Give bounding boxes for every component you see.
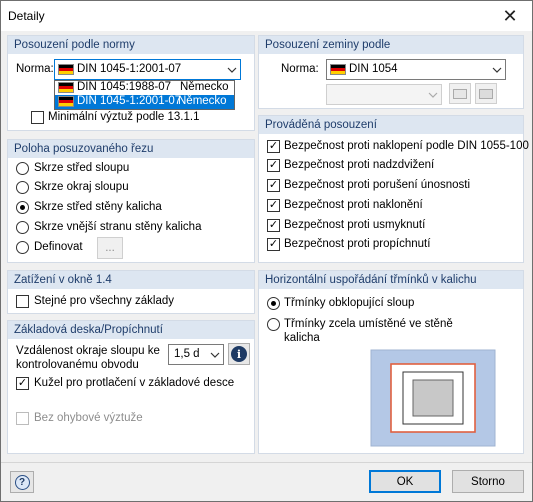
chevron-down-icon[interactable] (206, 345, 223, 364)
radio-column-center-label: Skrze střed sloupu (34, 162, 130, 174)
min-reinforcement-label: Minimální výztuž podle 13.1.1 (48, 111, 200, 123)
germany-flag-icon (330, 64, 346, 75)
check-punching-label: Bezpečnost proti propíchnutí (284, 238, 431, 250)
radio-wall-outer-label: Skrze vnější stranu stěny kalicha (34, 221, 202, 233)
germany-flag-icon (58, 96, 74, 107)
edit-icon (479, 88, 493, 99)
new-soil-button[interactable] (449, 83, 471, 104)
help-icon: ? (14, 474, 30, 490)
check-sliding-label: Bezpečnost proti usmyknutí (284, 219, 426, 231)
radio-stirrups-in-wall-label: Třmínky zcela umístěné ve stěně kalicha (284, 318, 453, 344)
stirrups-panel: Horizontální uspořádání třmínků v kalich… (258, 270, 524, 454)
radio-wall-center-label: Skrze střed stěny kalicha (34, 201, 162, 213)
germany-flag-icon (58, 82, 74, 93)
same-for-all-label: Stejné pro všechny základy (34, 295, 174, 307)
germany-flag-icon (58, 64, 74, 75)
stirrups-diagram-graphic (370, 349, 496, 447)
norm-option-country: Německo (180, 81, 229, 93)
info-icon: i (231, 346, 247, 362)
cancel-button[interactable]: Storno (452, 470, 524, 493)
soil-panel: Posouzení zeminy podle Norma: DIN 1054 (258, 35, 524, 109)
ok-button[interactable]: OK (369, 470, 441, 493)
distance-select[interactable]: 1,5 d (168, 344, 224, 365)
check-inclination-label: Bezpečnost proti naklonění (284, 199, 423, 211)
soil-panel-title: Posouzení zeminy podle (259, 36, 523, 54)
close-button[interactable]: ✕ (488, 1, 532, 31)
distance-label: Vzdálenost okraje sloupu ke kontrolované… (16, 345, 160, 371)
norm-option-country: Německo (178, 95, 227, 107)
help-button[interactable]: ? (10, 471, 34, 493)
kuzel-checkbox[interactable]: ✓ (16, 377, 29, 390)
norm-select[interactable]: DIN 1045-1:2001-07 (54, 59, 241, 80)
check-tilting-label: Bezpečnost proti naklopení podle DIN 105… (284, 140, 529, 152)
edit-soil-button[interactable] (475, 83, 497, 104)
dialog-title: Detaily (8, 9, 45, 23)
norm-label: Norma: (16, 63, 54, 75)
slab-panel: Základová deska/Propíchnutí Vzdálenost o… (7, 320, 255, 454)
stirrups-diagram (363, 348, 503, 448)
norm-selected-value: DIN 1045-1:2001-07 (77, 63, 182, 75)
stirrups-panel-title: Horizontální uspořádání třmínků v kalich… (259, 271, 523, 289)
load-panel-title: Zatížení v okně 1.4 (8, 271, 254, 289)
soil-norm-select[interactable]: DIN 1054 (326, 59, 506, 80)
checks-panel-title: Prováděná posouzení (259, 116, 523, 134)
norm-option-din1045-1-2001[interactable]: DIN 1045-1:2001-07 Německo (55, 95, 234, 109)
check-bearing-checkbox[interactable]: ✓ (267, 179, 280, 192)
check-inclination-checkbox[interactable]: ✓ (267, 199, 280, 212)
norm-option-code: DIN 1045:1988-07 (77, 81, 171, 93)
no-bending-label: Bez ohybové výztuže (34, 412, 143, 424)
norm-panel-title: Posouzení podle normy (8, 36, 254, 54)
soil-norm-label: Norma: (281, 63, 319, 75)
radio-column-center[interactable] (16, 162, 29, 175)
no-bending-checkbox[interactable] (16, 412, 29, 425)
slab-panel-title: Základová deska/Propíchnutí (8, 321, 254, 339)
close-icon: ✕ (502, 5, 518, 26)
check-sliding-checkbox[interactable]: ✓ (267, 219, 280, 232)
soil-subtype-select[interactable] (326, 84, 442, 105)
radio-define-label: Definovat (34, 241, 83, 253)
radio-stirrups-in-wall[interactable] (267, 318, 280, 331)
check-punching-checkbox[interactable]: ✓ (267, 238, 280, 251)
section-panel: Poloha posuzovaného řezu Skrze střed slo… (7, 139, 255, 263)
distance-value: 1,5 d (174, 348, 200, 360)
norm-option-code: DIN 1045-1:2001-07 (77, 95, 182, 107)
norm-option-din1045-1988[interactable]: DIN 1045:1988-07 Německo (55, 81, 234, 95)
section-panel-title: Poloha posuzovaného řezu (8, 140, 254, 158)
radio-column-edge[interactable] (16, 181, 29, 194)
radio-stirrups-around-column[interactable] (267, 297, 280, 310)
soil-selected-value: DIN 1054 (349, 63, 398, 75)
define-button[interactable]: ... (97, 237, 123, 259)
chevron-down-icon[interactable] (488, 60, 505, 79)
folder-icon (453, 88, 467, 99)
radio-wall-center[interactable] (16, 201, 29, 214)
radio-wall-outer[interactable] (16, 221, 29, 234)
load-panel: Zatížení v okně 1.4 Stejné pro všechny z… (7, 270, 255, 314)
chevron-down-icon[interactable] (424, 85, 441, 104)
radio-define[interactable] (16, 241, 29, 254)
details-dialog: Detaily ✕ Posouzení podle normy Norma: D… (0, 0, 533, 502)
radio-stirrups-around-column-label: Třmínky obklopující sloup (284, 297, 415, 309)
info-button[interactable]: i (228, 343, 250, 365)
same-for-all-checkbox[interactable] (16, 295, 29, 308)
title-bar: Detaily ✕ (1, 1, 532, 31)
check-bearing-label: Bezpečnost proti porušení únosnosti (284, 179, 471, 191)
check-uplift-checkbox[interactable]: ✓ (267, 159, 280, 172)
radio-column-edge-label: Skrze okraj sloupu (34, 181, 129, 193)
check-uplift-label: Bezpečnost proti nadzdvižení (284, 159, 435, 171)
chevron-down-icon[interactable] (223, 60, 240, 79)
min-reinforcement-checkbox[interactable] (31, 111, 44, 124)
check-tilting-checkbox[interactable]: ✓ (267, 140, 280, 153)
checks-panel: Prováděná posouzení ✓ Bezpečnost proti n… (258, 115, 529, 263)
column-section (412, 379, 454, 417)
footer-separator (1, 462, 532, 463)
norm-dropdown-list: DIN 1045:1988-07 Německo DIN 1045-1:2001… (54, 80, 235, 110)
kuzel-label: Kužel pro protlačení v základové desce (34, 377, 235, 389)
